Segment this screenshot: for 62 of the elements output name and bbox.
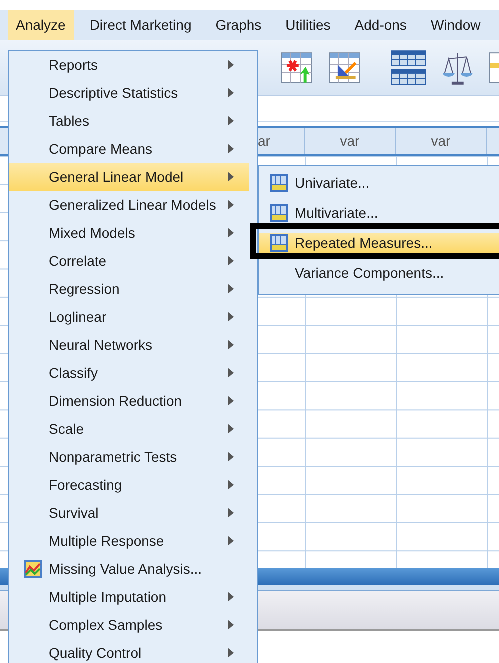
menu-item[interactable]: Graphs xyxy=(208,10,270,40)
table-icon[interactable] xyxy=(489,50,499,84)
menu-item[interactable]: Utilities xyxy=(278,10,339,40)
menu-item[interactable]: Missing Value Analysis... xyxy=(9,555,249,583)
submenu-arrow-icon xyxy=(227,256,235,266)
menu-item[interactable]: Descriptive Statistics xyxy=(9,79,249,107)
menu-item[interactable]: Nonparametric Tests xyxy=(9,443,249,471)
submenu-arrow-icon xyxy=(227,648,235,658)
menu-item[interactable]: Univariate... xyxy=(259,173,499,193)
submenu-arrow-icon xyxy=(227,592,235,602)
menu-item[interactable]: Window xyxy=(422,10,489,40)
menu-item[interactable]: Direct Marketing xyxy=(82,10,200,40)
submenu-arrow-icon xyxy=(227,116,235,126)
column-header: var xyxy=(305,128,396,154)
submenu-arrow-icon xyxy=(227,144,235,154)
menu-item[interactable]: Compare Means xyxy=(9,135,249,163)
submenu-arrow-icon xyxy=(227,88,235,98)
menu-item[interactable]: Mixed Models xyxy=(9,219,249,247)
menu-item[interactable]: Survival xyxy=(9,499,249,527)
menu-item[interactable]: Quality Control xyxy=(9,639,249,663)
menu-item[interactable]: Generalized Linear Models xyxy=(9,191,249,219)
menu-item[interactable]: Regression xyxy=(9,275,249,303)
menu-item[interactable]: Variance Components... xyxy=(259,263,499,283)
menu-item[interactable]: Multiple Imputation xyxy=(9,583,249,611)
menu-item[interactable]: Loglinear xyxy=(9,303,249,331)
menu-item[interactable]: Add-ons xyxy=(346,10,415,40)
submenu-arrow-icon xyxy=(227,424,235,434)
menu-item[interactable]: General Linear Model xyxy=(9,163,249,191)
submenu-arrow-icon xyxy=(227,172,235,182)
table-asterisk-icon[interactable] xyxy=(280,50,314,84)
submenu-arrow-icon xyxy=(227,452,235,462)
menu-item[interactable]: Multiple Response xyxy=(9,527,249,555)
table-ruler-icon[interactable] xyxy=(328,50,362,84)
menu-item[interactable]: Tables xyxy=(9,107,249,135)
menu-item[interactable]: Complex Samples xyxy=(9,611,249,639)
menu-item[interactable]: Neural Networks xyxy=(9,331,249,359)
menu-item[interactable]: Classify xyxy=(9,359,249,387)
submenu-arrow-icon xyxy=(227,200,235,210)
menu-item[interactable]: Repeated Measures... xyxy=(259,233,499,253)
submenu-arrow-icon xyxy=(227,536,235,546)
submenu-arrow-icon xyxy=(227,508,235,518)
grid-icon xyxy=(269,203,289,223)
menu-item[interactable]: Multivariate... xyxy=(259,203,499,223)
menu-item[interactable]: Analyze xyxy=(8,10,74,40)
menu-item[interactable]: Dimension Reduction xyxy=(9,387,249,415)
chart-icon xyxy=(23,559,43,579)
submenu-arrow-icon xyxy=(227,228,235,238)
submenu-arrow-icon xyxy=(227,396,235,406)
submenu-arrow-icon xyxy=(227,620,235,630)
menu-item[interactable]: Scale xyxy=(9,415,249,443)
column-header: var xyxy=(396,128,487,154)
submenu-arrow-icon xyxy=(227,340,235,350)
grid-icon xyxy=(269,233,289,253)
menu-item[interactable]: Correlate xyxy=(9,247,249,275)
grid-icon xyxy=(269,173,289,193)
submenu-arrow-icon xyxy=(227,312,235,322)
submenu-arrow-icon xyxy=(227,368,235,378)
submenu-arrow-icon xyxy=(227,284,235,294)
submenu-arrow-icon xyxy=(227,60,235,70)
tables-icon[interactable] xyxy=(390,48,428,86)
menu-item[interactable]: Forecasting xyxy=(9,471,249,499)
submenu-arrow-icon xyxy=(227,480,235,490)
